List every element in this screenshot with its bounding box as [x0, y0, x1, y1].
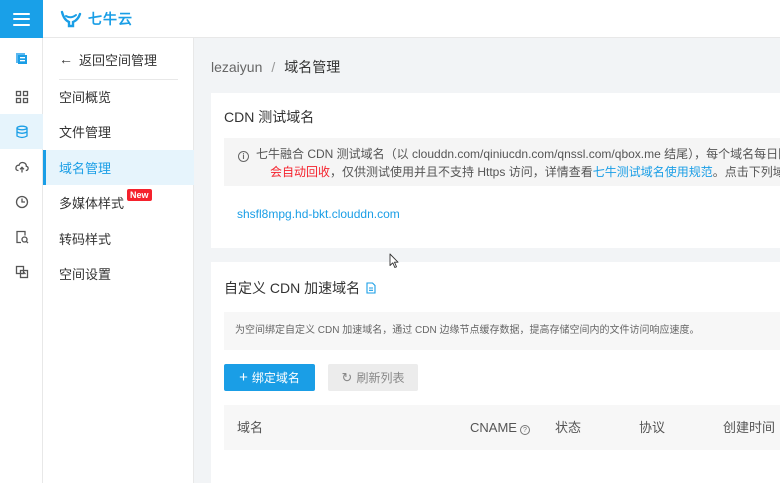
- help-icon[interactable]: ?: [519, 425, 530, 435]
- sidebar-item-label: 文件管理: [59, 125, 112, 140]
- space-sidebar: ← 返回空间管理 空间概览 文件管理 域名管理 多媒体样式 New 转码样式 空…: [43, 38, 194, 483]
- refresh-icon: ↻: [341, 369, 353, 385]
- notice-text: 。点击下列域名可: [712, 165, 780, 179]
- column-header-protocol[interactable]: 协议: [639, 405, 665, 450]
- sidebar-item-overview[interactable]: 空间概览: [43, 79, 194, 114]
- notice-text: 七牛融合 CDN 测试域名（以 clouddn.com/qiniucdn.com…: [256, 147, 780, 161]
- database-icon: [15, 125, 28, 138]
- refresh-list-button[interactable]: ↻ 刷新列表: [328, 364, 418, 391]
- bind-domain-label: 绑定域名: [251, 371, 300, 385]
- icon-rail: [0, 38, 43, 483]
- column-header-domain[interactable]: 域名: [237, 405, 263, 450]
- test-domain-link[interactable]: shsfl8mpg.hd-bkt.clouddn.com: [237, 207, 400, 221]
- sidebar-item-label: 域名管理: [59, 161, 112, 176]
- mouse-cursor-icon: [389, 253, 399, 268]
- info-icon: i: [238, 151, 249, 162]
- new-badge: New: [127, 188, 152, 201]
- sidebar-item-transcode-styles[interactable]: 转码样式: [43, 221, 194, 256]
- rail-storage-overview[interactable]: [0, 40, 43, 75]
- hamburger-icon: [13, 12, 30, 26]
- rail-transfer[interactable]: [0, 254, 43, 289]
- document-icon[interactable]: [366, 282, 376, 294]
- sidebar-item-domains[interactable]: 域名管理: [43, 150, 194, 185]
- rail-search[interactable]: [0, 219, 43, 254]
- bind-domain-button[interactable]: + 绑定域名: [224, 364, 315, 391]
- breadcrumb-root[interactable]: lezaiyun: [211, 59, 262, 75]
- rail-dashboard[interactable]: [0, 79, 43, 114]
- qiniu-logo-icon: [60, 10, 82, 28]
- column-header-label: CNAME: [470, 420, 517, 435]
- card-title: CDN 测试域名: [224, 109, 315, 125]
- card-title: 自定义 CDN 加速域名: [224, 280, 361, 296]
- usage-policy-link[interactable]: 七牛测试域名使用规范: [593, 165, 713, 179]
- sidebar-item-label: 多媒体样式: [59, 196, 125, 211]
- file-search-icon: [15, 230, 28, 243]
- sidebar-item-space-settings[interactable]: 空间设置: [43, 256, 194, 291]
- notice-text: ，仅供测试使用并且不支持 Https 访问，详情查看: [330, 165, 593, 179]
- notice-line-1: i 七牛融合 CDN 测试域名（以 clouddn.com/qiniucdn.co…: [238, 145, 780, 163]
- column-header-status[interactable]: 状态: [555, 405, 581, 450]
- notice-line-2: 会自动回收，仅供测试使用并且不支持 Https 访问，详情查看七牛测试域名使用规…: [238, 163, 780, 181]
- back-label: 返回空间管理: [79, 52, 158, 68]
- custom-domain-description: 为空间绑定自定义 CDN 加速域名，通过 CDN 边缘节点缓存数据，提高存储空间…: [224, 312, 780, 350]
- domain-table-header: 域名 CNAME? 状态 协议 创建时间: [224, 405, 780, 450]
- cdn-test-domain-card: CDN 测试域名 i 七牛融合 CDN 测试域名（以 clouddn.com/qi…: [211, 93, 780, 248]
- sidebar-item-files[interactable]: 文件管理: [43, 114, 194, 149]
- logo-text: 七牛云: [88, 11, 133, 27]
- sidebar-item-label: 空间设置: [59, 267, 112, 282]
- column-header-cname[interactable]: CNAME?: [470, 405, 530, 450]
- column-header-created-at[interactable]: 创建时间: [723, 405, 775, 450]
- menu-toggle-button[interactable]: [0, 0, 43, 38]
- back-to-space-management[interactable]: ← 返回空间管理: [43, 38, 194, 80]
- breadcrumb: lezaiyun / 域名管理: [211, 57, 340, 77]
- breadcrumb-current: 域名管理: [284, 59, 341, 75]
- refresh-list-label: 刷新列表: [356, 371, 405, 385]
- top-bar: 七牛云: [0, 0, 780, 38]
- sidebar-item-label: 转码样式: [59, 232, 112, 247]
- storage-overview-icon: [15, 52, 27, 64]
- rail-media[interactable]: [0, 184, 43, 219]
- clock-icon: [15, 195, 28, 208]
- plus-icon: +: [239, 369, 248, 386]
- sidebar-item-media-styles[interactable]: 多媒体样式 New: [43, 185, 194, 220]
- breadcrumb-separator: /: [271, 59, 276, 75]
- notice-warning: 会自动回收: [270, 165, 331, 179]
- cloud-upload-icon: [14, 161, 29, 172]
- card-title-row: 自定义 CDN 加速域名: [224, 278, 376, 298]
- arrow-left-icon: ←: [59, 51, 73, 67]
- dashboard-icon: [15, 90, 28, 103]
- custom-cdn-domain-card: 自定义 CDN 加速域名 为空间绑定自定义 CDN 加速域名，通过 CDN 边缘…: [211, 262, 780, 483]
- sidebar-item-label: 空间概览: [59, 90, 112, 105]
- rail-object-storage[interactable]: [0, 114, 43, 149]
- test-domain-notice: i 七牛融合 CDN 测试域名（以 clouddn.com/qiniucdn.co…: [224, 138, 780, 186]
- transfer-icon: [15, 265, 28, 278]
- rail-cdn[interactable]: [0, 149, 43, 184]
- logo[interactable]: 七牛云: [60, 8, 133, 30]
